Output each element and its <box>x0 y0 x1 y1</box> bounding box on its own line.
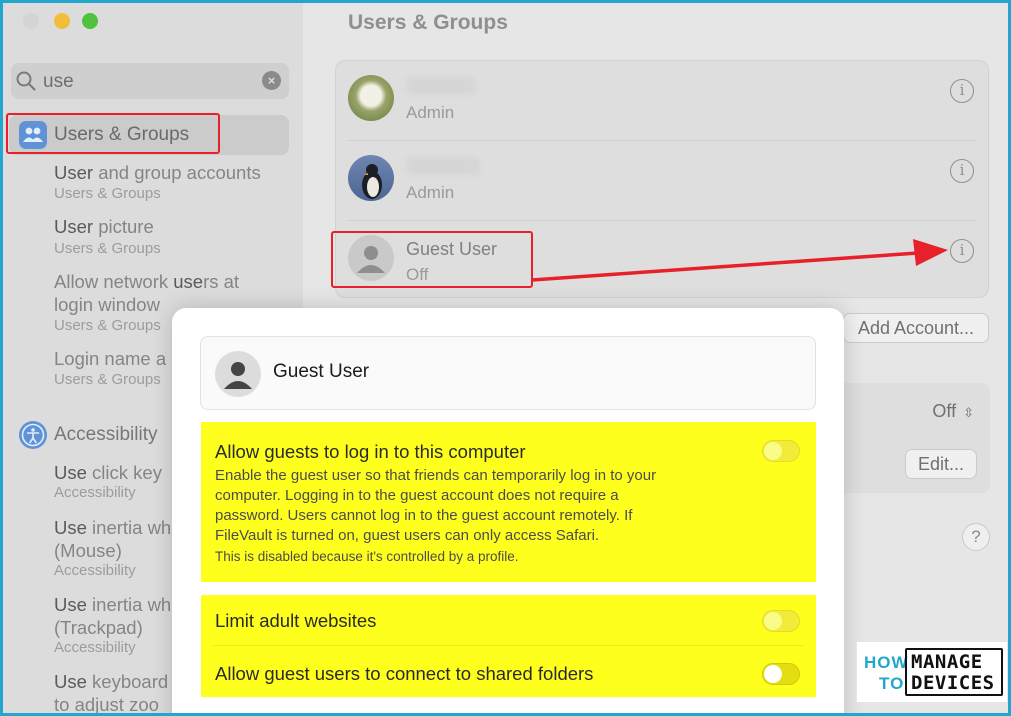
result-title: Login name a <box>54 348 167 369</box>
result-title: inertia wh <box>86 517 172 538</box>
off-selector[interactable]: Off ⇳ <box>932 401 974 422</box>
info-icon[interactable]: i <box>950 239 974 263</box>
result-title-line2: (Trackpad) <box>54 617 143 638</box>
option-disabled-note: This is disabled because it's controlled… <box>215 549 519 564</box>
avatar <box>348 75 394 121</box>
up-down-chevron-icon: ⇳ <box>963 405 974 420</box>
option-title: Allow guests to log in to this computer <box>215 441 526 462</box>
option-description-line: FileVault is turned on, guest users can … <box>215 527 600 544</box>
minimize-window-button[interactable] <box>54 13 70 29</box>
screenshot-frame: use × Users & Groups User and group acco… <box>0 0 1011 716</box>
logo-manage: MANAGE <box>911 651 983 673</box>
logo-devices: DEVICES <box>911 672 995 694</box>
result-title: and group accounts <box>93 162 261 183</box>
user-row-admin-2[interactable]: Admin i <box>336 141 988 221</box>
settings-panel: Off ⇳ Edit... <box>835 383 990 493</box>
avatar <box>348 155 394 201</box>
result-subtitle: Users & Groups <box>54 185 161 202</box>
result-subtitle: Accessibility <box>54 562 136 579</box>
clear-search-icon[interactable]: × <box>262 71 281 90</box>
logo-how: HOW <box>864 653 909 672</box>
howto-manage-devices-logo: HOW TO MANAGE DEVICES <box>856 641 1008 703</box>
logo-wordmark-box: MANAGE DEVICES <box>905 648 1003 696</box>
search-input[interactable]: use <box>43 71 74 93</box>
shared-folders-toggle[interactable] <box>762 663 800 685</box>
result-title: keyboard <box>86 671 169 692</box>
sidebar-item-label: Accessibility <box>54 424 158 445</box>
result-title-line2: login window <box>54 294 160 315</box>
result-title-line2: to adjust zoo <box>54 694 159 715</box>
option-limit-adult-websites: Limit adult websites Allow guest users t… <box>201 595 816 697</box>
result-title: inertia wh <box>86 594 172 615</box>
add-account-button[interactable]: Add Account... <box>843 313 989 343</box>
search-field[interactable]: use × <box>11 63 289 99</box>
option-description-line: computer. Logging in to the guest accoun… <box>215 487 619 504</box>
option-title: Limit adult websites <box>215 610 377 631</box>
result-subtitle: Users & Groups <box>54 240 161 257</box>
option-title: Allow guest users to connect to shared f… <box>215 663 594 684</box>
page-title: Users & Groups <box>348 11 508 34</box>
result-subtitle: Accessibility <box>54 639 136 656</box>
help-button[interactable]: ? <box>962 523 990 551</box>
off-selector-value: Off <box>932 401 957 421</box>
result-title: Allow network <box>54 271 174 292</box>
result-title-match: Use <box>54 594 87 615</box>
result-subtitle: Users & Groups <box>54 371 161 388</box>
result-title-match: Use <box>54 517 87 538</box>
zoom-window-button[interactable] <box>82 13 98 29</box>
user-role: Admin <box>406 183 455 202</box>
info-icon[interactable]: i <box>950 159 974 183</box>
guest-user-sheet: Guest User Allow guests to log in to thi… <box>172 308 844 713</box>
edit-button[interactable]: Edit... <box>905 449 977 479</box>
result-title-match: use <box>173 271 204 292</box>
result-subtitle: Accessibility <box>54 484 136 501</box>
result-title: click key <box>86 462 162 483</box>
accessibility-icon <box>19 421 47 449</box>
option-description-line: password. Users cannot log in to the gue… <box>215 507 633 524</box>
user-role: Admin <box>406 103 455 122</box>
user-row-admin-1[interactable]: Admin i <box>336 61 988 141</box>
search-icon <box>16 71 36 91</box>
option-allow-guest-login: Allow guests to log in to this computer … <box>201 422 816 582</box>
result-title-match: Use <box>54 462 87 483</box>
option-description-line: Enable the guest user so that friends ca… <box>215 467 657 484</box>
divider <box>213 645 804 646</box>
highlight-box-guest-user <box>331 231 533 288</box>
result-title-match: User <box>54 162 94 183</box>
sheet-header: Guest User <box>200 336 816 410</box>
redacted-user-name <box>406 157 480 175</box>
close-window-button[interactable] <box>23 13 39 29</box>
result-title-line2: (Mouse) <box>54 540 122 561</box>
redacted-user-name <box>406 77 476 95</box>
limit-adult-websites-toggle[interactable] <box>762 610 800 632</box>
result-title-match: User <box>54 216 94 237</box>
guest-avatar <box>215 351 261 397</box>
result-subtitle: Users & Groups <box>54 317 161 334</box>
sheet-user-name: Guest User <box>273 361 370 382</box>
logo-to: TO <box>879 674 905 693</box>
result-title-match: Use <box>54 671 87 692</box>
result-title: picture <box>93 216 154 237</box>
result-title: rs at <box>203 271 240 292</box>
highlight-box-users-groups <box>6 113 220 154</box>
allow-guest-login-toggle[interactable] <box>762 440 800 462</box>
info-icon[interactable]: i <box>950 79 974 103</box>
